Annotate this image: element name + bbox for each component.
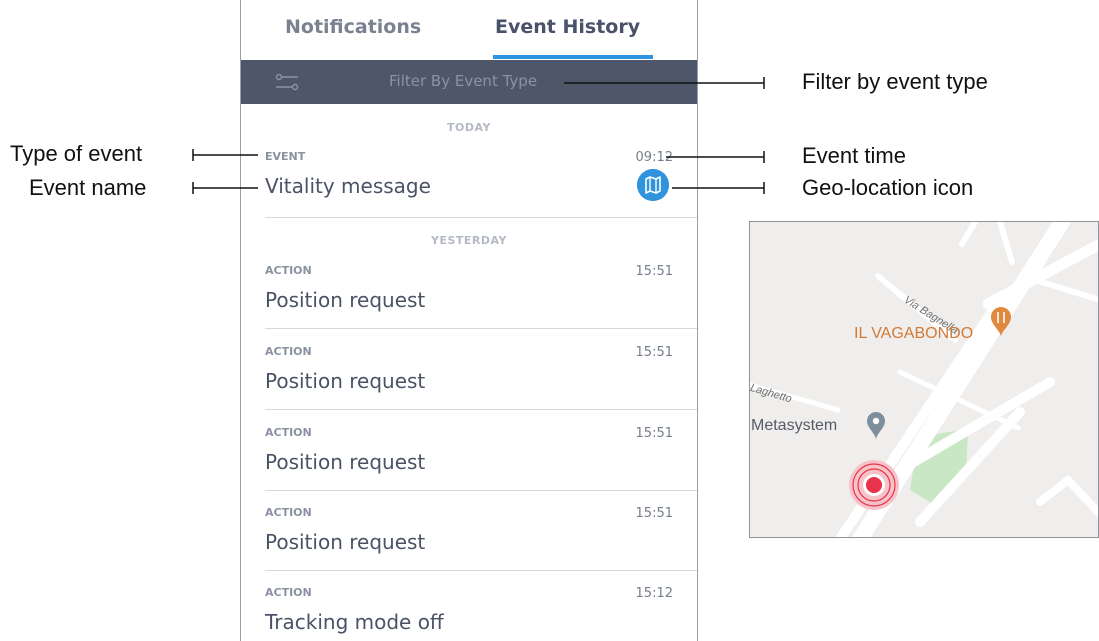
place-pin-icon[interactable] xyxy=(867,412,885,440)
annotation-event-time: Event time xyxy=(802,143,906,168)
annotation-geo-location-icon: Geo-location icon xyxy=(802,175,974,200)
map-restaurant-label: IL VAGABONDO xyxy=(854,325,974,342)
map-company-label: Metasystem xyxy=(751,417,838,434)
annotation-type-of-event: Type of event xyxy=(10,141,143,166)
annotation-filter: Filter by event type xyxy=(802,69,988,94)
annotation-event-name: Event name xyxy=(29,175,147,200)
location-marker-icon[interactable] xyxy=(849,460,899,510)
map-view[interactable]: Via Bagnella IL VAGABONDO Laghetto Metas… xyxy=(749,221,1099,538)
map-roads xyxy=(750,222,1098,537)
